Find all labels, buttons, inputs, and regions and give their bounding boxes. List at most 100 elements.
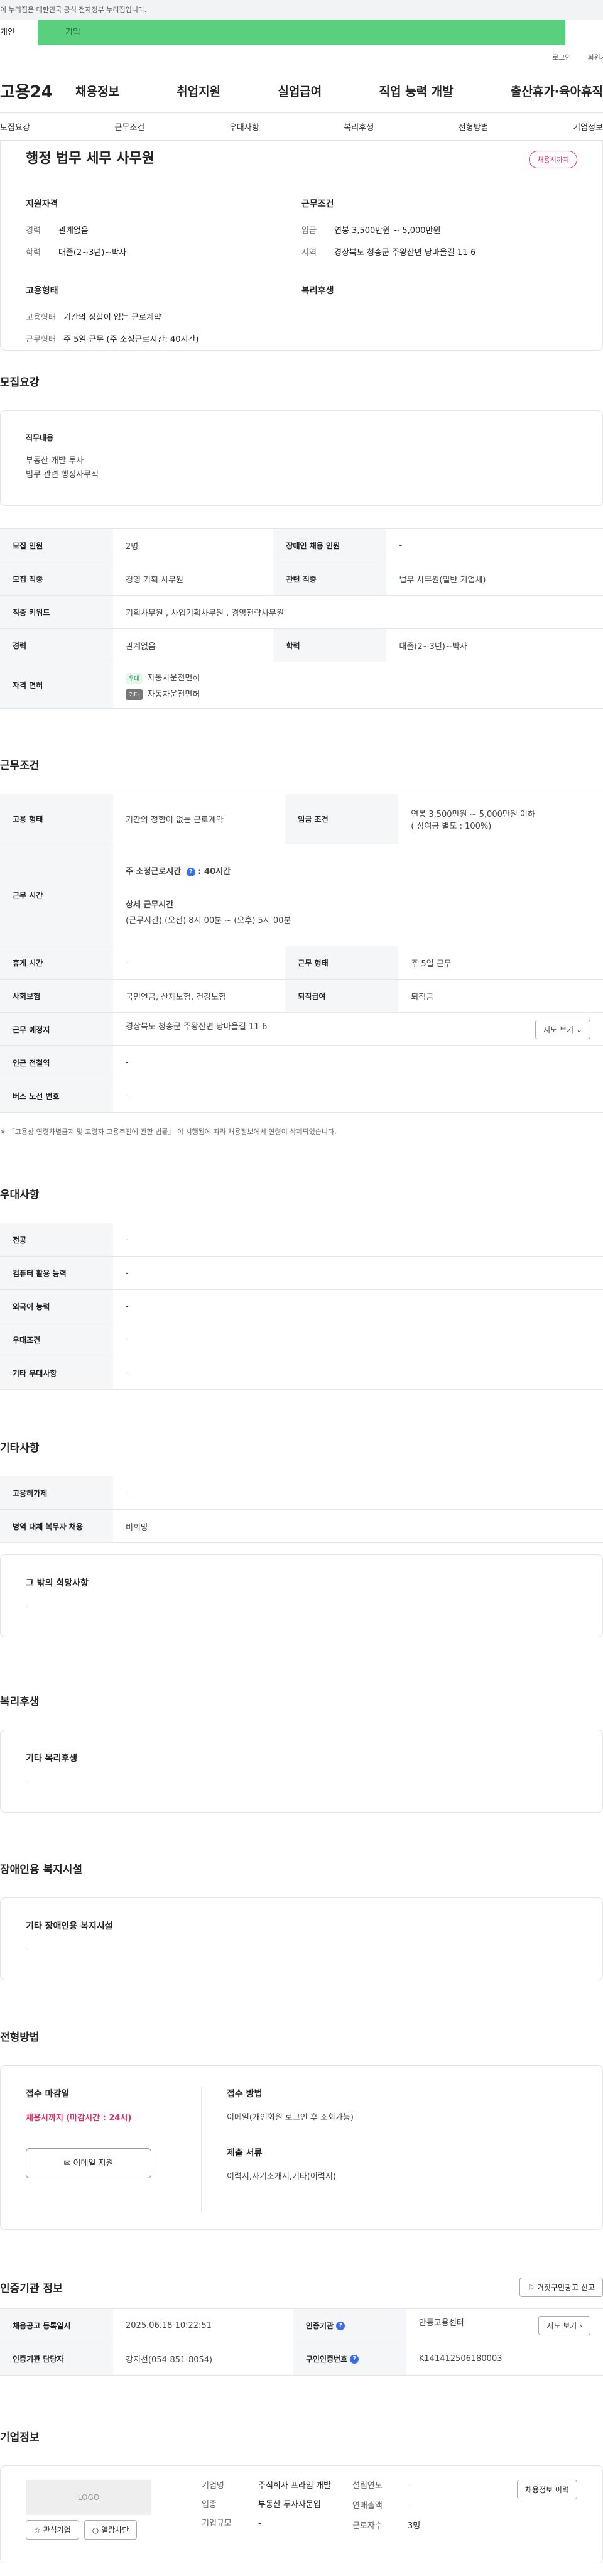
row-label: 임금 조건 [285,794,399,844]
row-label: 버스 노선 번호 [0,1079,113,1113]
docs-value: 이력서,자기소개서,기타(이력서) [227,2172,336,2181]
row-label: 사회보험 [0,979,113,1013]
work-table: 고용 형태 기간의 정함이 없는 근로계약 임금 조건 연봉 3,500만원 ~ 5,… [0,794,603,1113]
user-type-tabs: 개인 기업 [0,20,603,45]
kv-value: 대졸(2~3년)~박사 [58,248,127,258]
info-icon[interactable]: ? [350,2355,359,2364]
field-value: 주식회사 프라임 개발 [258,2481,331,2491]
block-view-button[interactable]: ○ 열람차단 [84,2520,138,2540]
cert-map-button[interactable]: 지도 보기 › [538,2315,590,2335]
method-heading: 접수 방법 [227,2089,263,2099]
subnav-recruit[interactable]: 모집요강 [0,121,30,133]
disability-title: 장애인용 복지시설 [0,1864,83,1876]
subnav-process[interactable]: 전형방법 [459,121,489,133]
field-value: 3명 [408,2521,421,2531]
row-label: 외국어 능력 [0,1289,113,1323]
row-value: - [113,1323,603,1356]
deadline-value: 채용시까지 (마감시간 : 24시) [26,2114,132,2123]
kv-label: 근무형태 [26,335,56,344]
cond-heading: 근무조건 [302,199,334,209]
row-label: 인근 전철역 [0,1045,113,1079]
row-value: - [113,1079,603,1113]
email-apply-button[interactable]: ✉ 이메일 지원 [26,2148,151,2178]
field-value: - [408,2501,411,2511]
row-label: 모집 인원 [0,528,113,562]
field-label: 연매출액 [352,2501,383,2511]
nav-parental-leave[interactable]: 출산휴가·육아휴직 [511,82,603,99]
row-value: 국민연금, 산재보험, 건강보험 [113,979,286,1013]
company-box: LOGO ☆ 관심기업 ○ 열람차단 기업명 주식회사 프라임 개발 업종 부동산 … [0,2465,603,2563]
field-label: 기업규모 [202,2519,232,2528]
nav-unemployment-benefit[interactable]: 실업급여 [278,82,322,99]
pref-title: 우대사항 [0,1189,40,1201]
kv-value: 기간의 정함이 없는 근로계약 [63,313,161,322]
tab-company[interactable]: 기업 [38,20,565,45]
recruit-title: 모집요강 [0,376,40,389]
info-icon[interactable]: ? [186,867,195,876]
method-value: 이메일(개인회원 로그인 후 조회가능) [227,2113,354,2122]
wish-value: - [26,1602,29,1612]
chevron-down-icon: ⌄ [575,1025,582,1034]
map-button[interactable]: 지도 보기 ⌄ [535,1019,590,1039]
cert-table: 채용공고 등록일시 2025.06.18 10:22:51 인증기관? 안동고용센터 지… [0,2308,603,2376]
disability-box: 기타 장애인용 복지시설 - [0,1897,603,1980]
row-label: 퇴직급여 [285,979,399,1013]
emp-heading: 고용형태 [26,286,58,296]
row-value: K141412506180003 [406,2342,603,2376]
favorite-company-button[interactable]: ☆ 관심기업 [26,2520,79,2540]
kv-label: 경력 [26,226,41,236]
mail-icon: ✉ [63,2159,71,2168]
login-link[interactable]: 로그인 [552,52,571,62]
license-tag: 기타 [126,689,143,700]
welfare-title: 복리후생 [0,1696,40,1708]
tab-personal[interactable]: 개인 [0,20,38,45]
row-label: 관련 직종 [273,562,387,596]
history-button[interactable]: 채용정보 이력 [516,2480,577,2499]
field-label: 업종 [202,2500,217,2509]
deadline-badge: 채용시까지 [529,151,577,168]
row-value: - [113,1256,603,1290]
nav-jobs[interactable]: 채용정보 [75,82,119,99]
wish-heading: 그 밖의 희망사항 [26,1578,89,1588]
row-label: 인증기관 [305,2321,334,2330]
report-button[interactable]: ⚐ 거짓구인광고 신고 [519,2278,603,2297]
report-icon: ⚐ [528,2283,535,2292]
detail-hours-label: 상세 근무시간 [126,900,174,910]
pref-table: 전공 - 컴퓨터 활용 능력 - 외국어 능력 - 우대조건 - 기타 우대사항 - [0,1223,603,1390]
field-value: - [258,2519,261,2528]
row-value: 대졸(2~3년)~박사 [386,628,603,662]
hours-value: 40시간 [204,867,231,876]
row-label: 전공 [0,1223,113,1257]
logo[interactable]: 고용24 [0,79,75,102]
row-label: 구인인증번호 [305,2354,348,2364]
welfare-value: - [26,1777,29,1787]
row-label: 모집 직종 [0,562,113,596]
disability-sub-heading: 기타 장애인용 복지시설 [26,1921,113,1931]
subnav-welfare[interactable]: 복리후생 [344,121,374,133]
process-title: 전형방법 [0,2031,40,2044]
signup-link[interactable]: 회원가입 [588,52,603,62]
subnav-company[interactable]: 기업정보 [573,121,603,133]
row-value: - [113,1223,603,1257]
kv-value: 경상북도 청송군 주왕산면 당마을길 11-6 [334,248,476,258]
chevron-right-icon: › [579,2321,582,2330]
field-label: 기업명 [202,2481,224,2491]
row-label: 장애인 채용 인원 [273,528,387,562]
row-label: 채용공고 등록일시 [0,2308,113,2342]
row-label: 경력 [0,628,113,662]
info-icon[interactable]: ? [336,2322,345,2330]
row-value: 2025.06.18 10:22:51 [113,2308,293,2342]
nav-employment-support[interactable]: 취업지원 [177,82,220,99]
field-label: 근로자수 [352,2521,383,2531]
process-box: 접수 마감일 채용시까지 (마감시간 : 24시) ✉ 이메일 지원 접수 방법… [0,2065,603,2230]
subnav-work[interactable]: 근무조건 [114,121,144,133]
subnav-pref[interactable]: 우대사항 [229,121,259,133]
nav-training[interactable]: 직업 능력 개발 [379,82,454,99]
etc-title: 기타사항 [0,1442,40,1454]
kv-value: 관계없음 [58,226,89,236]
license-name: 자동차운전면허 [147,689,200,699]
tab-spacer [565,20,603,45]
row-value: 주 5일 근무 [398,946,603,980]
company-title: 기업정보 [0,2431,40,2444]
utility-menu: 로그인 회원가입 [0,45,603,69]
